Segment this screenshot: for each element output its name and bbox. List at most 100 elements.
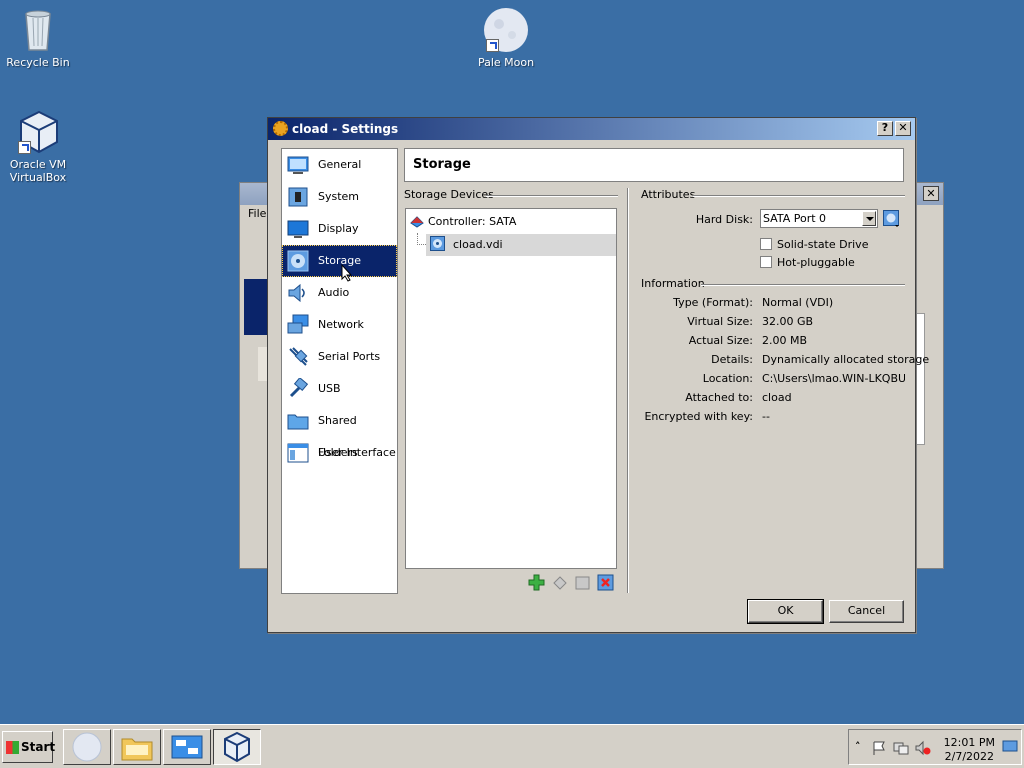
tray-clock[interactable]: 12:01 PM 2/7/2022	[944, 736, 995, 764]
show-desktop-icon[interactable]	[1002, 740, 1018, 754]
nav-item-usb[interactable]: USB	[282, 373, 397, 405]
info-value-virtual-size: 32.00 GB	[762, 315, 814, 328]
settings-nav-list: General System Display Storage Audio Net…	[281, 148, 398, 594]
nav-item-storage[interactable]: Storage	[282, 245, 397, 277]
info-label-virtual-size: Virtual Size:	[687, 315, 753, 328]
checkbox-box[interactable]	[760, 238, 772, 250]
solid-state-drive-checkbox[interactable]: Solid-state Drive	[760, 238, 868, 251]
hot-pluggable-checkbox[interactable]: Hot-pluggable	[760, 256, 855, 269]
taskbar-pale-moon[interactable]	[63, 729, 111, 765]
nav-label: General	[318, 158, 362, 171]
help-button[interactable]: ?	[877, 121, 893, 136]
nav-label: User Interface	[318, 446, 396, 459]
nav-label: Storage	[318, 254, 362, 267]
pale-moon-icon	[72, 732, 102, 762]
info-value-encrypted: --	[762, 410, 770, 423]
nav-item-audio[interactable]: Audio	[282, 277, 397, 309]
remove-attachment-icon[interactable]	[574, 574, 591, 591]
network-icon	[287, 314, 309, 334]
add-controller-icon[interactable]	[528, 574, 545, 591]
info-label-details: Details:	[711, 353, 753, 366]
manager-selected-vm[interactable]	[244, 279, 268, 335]
nav-item-serial-ports[interactable]: Serial Ports	[282, 341, 397, 373]
volume-muted-icon[interactable]	[915, 740, 931, 756]
disk-label: cload.vdi	[453, 238, 503, 251]
mouse-cursor-icon	[341, 264, 353, 282]
nav-item-network[interactable]: Network	[282, 309, 397, 341]
controller-icon	[410, 216, 424, 228]
pane-separator	[627, 188, 629, 593]
dialog-title: cload - Settings	[292, 122, 399, 136]
display-icon	[287, 220, 309, 238]
virtualbox-icon	[18, 110, 58, 154]
network-tray-icon[interactable]	[893, 740, 909, 756]
taskbar-explorer[interactable]	[113, 729, 161, 765]
storage-devices-divider	[486, 195, 618, 197]
checkbox-box[interactable]	[760, 256, 772, 268]
taskbar-server-manager[interactable]	[163, 729, 211, 765]
hard-disk-value: SATA Port 0	[763, 212, 827, 225]
start-label: Start	[21, 740, 56, 754]
nav-item-shared-folders[interactable]: Shared Folders	[282, 405, 397, 459]
choose-disk-icon[interactable]	[883, 210, 901, 228]
nav-item-user-interface[interactable]: User Interface	[282, 437, 397, 469]
info-label-encrypted: Encrypted with key:	[644, 410, 753, 423]
information-divider	[701, 284, 905, 286]
audio-icon	[288, 283, 305, 303]
solid-state-label: Solid-state Drive	[777, 238, 869, 251]
ok-button[interactable]: OK	[747, 599, 824, 624]
info-value-location: C:\Users\lmao.WIN-LKQBU...	[762, 372, 905, 385]
controller-label: Controller: SATA	[428, 215, 517, 228]
action-center-flag-icon[interactable]	[871, 740, 887, 756]
info-value-details: Dynamically allocated storage	[762, 353, 930, 366]
nav-label: System	[318, 190, 360, 203]
desktop-icon-label: Recycle Bin	[6, 56, 70, 69]
storage-tree: Controller: SATA cload.vdi	[405, 208, 617, 569]
desktop-icon-pale-moon[interactable]: Pale Moon	[468, 8, 544, 69]
system-icon	[288, 187, 308, 207]
taskbar-virtualbox[interactable]	[213, 729, 261, 765]
show-hidden-icons-icon[interactable]: ˄	[855, 740, 861, 753]
pale-moon-icon	[484, 8, 528, 52]
tray-time: 12:01 PM	[943, 736, 995, 749]
cancel-button[interactable]: Cancel	[829, 600, 904, 623]
chevron-down-icon[interactable]	[862, 211, 876, 226]
nav-item-system[interactable]: System	[282, 181, 397, 213]
remove-controller-icon[interactable]	[597, 574, 614, 591]
start-button[interactable]: Start	[2, 731, 56, 763]
server-manager-icon	[171, 735, 203, 759]
hard-disk-select[interactable]: SATA Port 0	[760, 209, 878, 228]
shortcut-arrow-icon	[18, 141, 31, 154]
desktop-icon-recycle-bin[interactable]: Recycle Bin	[0, 8, 76, 69]
info-label-type: Type (Format):	[673, 296, 753, 309]
add-attachment-icon[interactable]	[552, 574, 569, 591]
tray-date: 2/7/2022	[944, 750, 995, 763]
tree-connector	[417, 233, 426, 245]
desktop-icon-label: Pale Moon	[477, 56, 535, 69]
folder-icon	[121, 738, 153, 761]
storage-devices-label: Storage Devices	[404, 188, 494, 201]
manager-menu-file[interactable]: File	[248, 207, 266, 220]
info-value-type: Normal (VDI)	[762, 296, 834, 309]
nav-label: Serial Ports	[318, 350, 381, 363]
virtualbox-icon	[224, 731, 250, 763]
system-tray: ˄ 12:01 PM 2/7/2022	[848, 729, 1022, 765]
general-icon	[287, 156, 309, 174]
taskbar: Start ˄ 12:01 PM 2/7/2022	[0, 724, 1024, 768]
info-label-attached-to: Attached to:	[685, 391, 753, 404]
manager-close-button[interactable]: ✕	[923, 186, 939, 201]
nav-item-general[interactable]: General	[282, 149, 397, 181]
desktop-icon-virtualbox[interactable]: Oracle VM VirtualBox	[0, 110, 76, 184]
tree-controller-sata[interactable]: Controller: SATA	[410, 211, 614, 233]
tree-disk-cload-vdi[interactable]: cload.vdi	[426, 234, 616, 256]
attributes-group-label: Attributes	[641, 188, 696, 201]
desktop-icon-label: Oracle VM VirtualBox	[9, 158, 67, 184]
dialog-title-bar[interactable]: cload - Settings ? ✕	[268, 118, 915, 140]
close-button[interactable]: ✕	[895, 121, 911, 136]
nav-label: Network	[318, 318, 364, 331]
shortcut-arrow-icon	[486, 39, 499, 52]
hard-disk-icon	[430, 236, 445, 251]
user-interface-icon	[287, 443, 309, 463]
info-value-actual-size: 2.00 MB	[762, 334, 808, 347]
nav-item-display[interactable]: Display	[282, 213, 397, 245]
